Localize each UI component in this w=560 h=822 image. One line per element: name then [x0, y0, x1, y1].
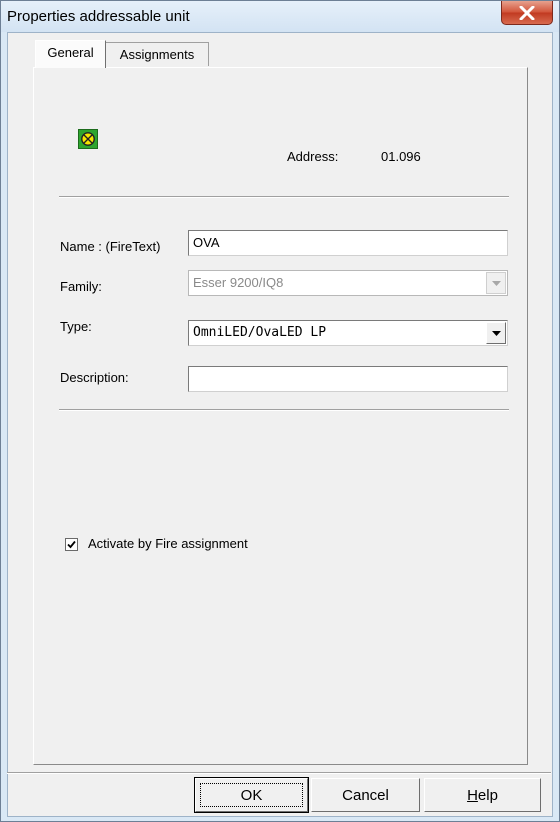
- description-input[interactable]: [188, 366, 508, 392]
- close-button[interactable]: [501, 1, 553, 25]
- type-select-value: OmniLED/OvaLED LP: [193, 325, 327, 340]
- ok-button[interactable]: OK: [194, 777, 309, 813]
- tab-general[interactable]: General: [35, 40, 106, 68]
- separator: [59, 409, 509, 411]
- type-dropdown-button[interactable]: [486, 322, 506, 344]
- activate-fire-label[interactable]: Activate by Fire assignment: [88, 536, 248, 551]
- close-icon: [519, 6, 535, 20]
- tab-assignments[interactable]: Assignments: [106, 42, 209, 66]
- help-button[interactable]: Help: [424, 778, 541, 812]
- activate-fire-checkbox[interactable]: [65, 538, 78, 551]
- cancel-button[interactable]: Cancel: [311, 778, 420, 812]
- tab-assignments-label: Assignments: [119, 47, 195, 62]
- address-value: 01.096: [381, 149, 421, 164]
- checkmark-icon: [67, 540, 76, 549]
- type-select[interactable]: OmniLED/OvaLED LP: [188, 320, 508, 346]
- type-label: Type:: [60, 319, 92, 334]
- focus-rectangle: [200, 783, 303, 807]
- title-bar[interactable]: Properties addressable unit: [1, 1, 559, 32]
- cancel-button-label: Cancel: [342, 787, 389, 804]
- separator: [7, 772, 551, 774]
- description-label: Description:: [60, 370, 129, 385]
- name-label: Name : (FireText): [60, 239, 161, 254]
- name-input-value: OVA: [193, 235, 220, 250]
- chevron-down-icon: [492, 331, 501, 336]
- help-button-label: elp: [477, 787, 498, 804]
- address-label: Address:: [287, 149, 339, 164]
- device-status-icon: [78, 129, 98, 149]
- tab-general-label: General: [47, 45, 94, 60]
- name-input[interactable]: OVA: [188, 230, 508, 256]
- family-select: Esser 9200/IQ8: [188, 270, 508, 296]
- help-button-mnemonic: H: [467, 787, 478, 804]
- general-tab-panel: [33, 67, 528, 765]
- family-select-value: Esser 9200/IQ8: [193, 275, 284, 290]
- family-label: Family:: [60, 279, 102, 294]
- separator: [59, 196, 509, 198]
- chevron-down-icon: [492, 281, 501, 286]
- window-title: Properties addressable unit: [7, 8, 190, 25]
- family-dropdown-button: [486, 272, 506, 294]
